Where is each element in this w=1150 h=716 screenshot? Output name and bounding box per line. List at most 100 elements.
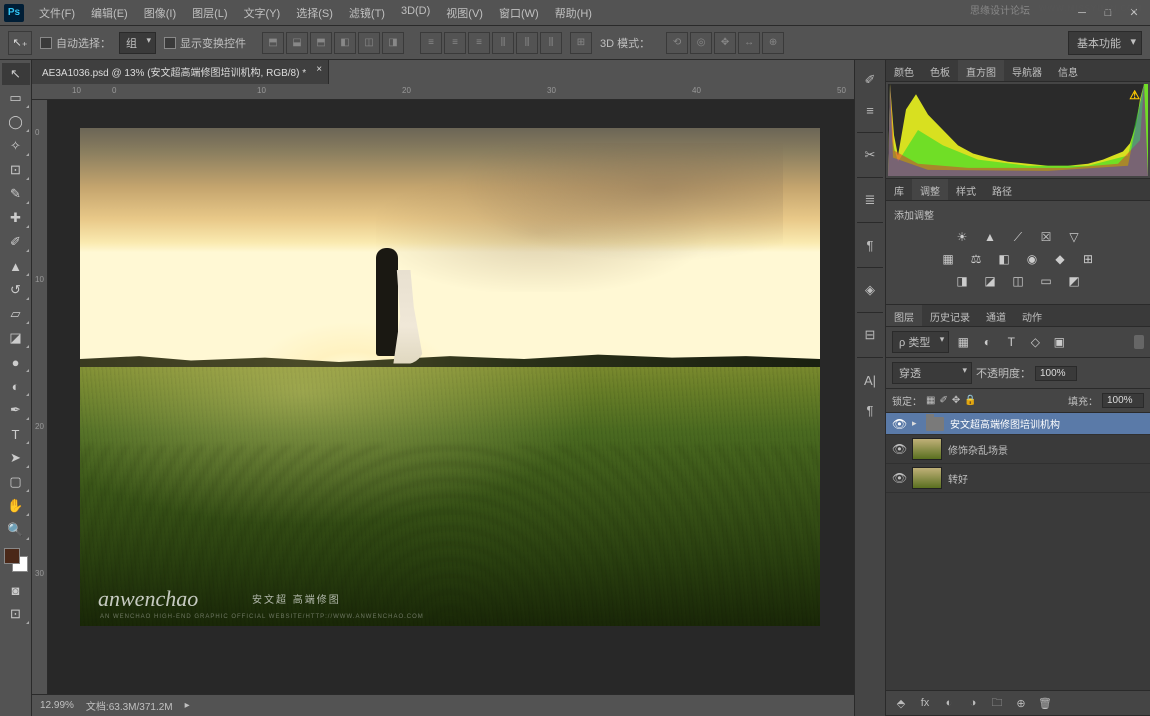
new-fill-icon[interactable]: ◑	[964, 695, 982, 711]
auto-select-checkbox[interactable]	[40, 37, 52, 49]
histogram-warning-icon[interactable]: ⚠	[1129, 88, 1140, 102]
brightness-icon[interactable]: ☀	[952, 228, 972, 246]
menu-type[interactable]: 文字(Y)	[237, 2, 288, 24]
layer-name[interactable]: 修饰杂乱场景	[948, 442, 1008, 457]
status-arrow-icon[interactable]: ▸	[185, 700, 190, 711]
pen-tool[interactable]: ✒	[2, 399, 30, 421]
gradient-map-icon[interactable]: ▭	[1036, 272, 1056, 290]
layer-group-item[interactable]: 👁 ▸ 安文超高端修图培训机构	[886, 413, 1150, 435]
marquee-tool[interactable]: ▭	[2, 87, 30, 109]
distribute-vcenter-icon[interactable]: ≡	[444, 32, 466, 54]
3d-panel-icon[interactable]: ◈	[857, 277, 883, 303]
move-tool[interactable]: ↖	[2, 63, 30, 85]
fill-input[interactable]: 100%	[1102, 393, 1144, 408]
document-tab[interactable]: AE3A1036.psd @ 13% (安文超高端修图培训机构, RGB/8) …	[32, 60, 329, 84]
brush-tool[interactable]: ✐	[2, 231, 30, 253]
tab-color[interactable]: 颜色	[886, 60, 922, 81]
new-group-icon[interactable]: 🗀	[988, 695, 1006, 711]
tab-layers[interactable]: 图层	[886, 305, 922, 326]
tab-styles[interactable]: 样式	[948, 179, 984, 200]
3d-pan-icon[interactable]: ✥	[714, 32, 736, 54]
link-layers-icon[interactable]: ⬘	[892, 695, 910, 711]
opacity-input[interactable]: 100%	[1035, 366, 1077, 381]
curves-icon[interactable]: ⟋	[1008, 228, 1028, 246]
align-hcenter-icon[interactable]: ◫	[358, 32, 380, 54]
menu-edit[interactable]: 编辑(E)	[84, 2, 135, 24]
levels-icon[interactable]: ▲	[980, 228, 1000, 246]
filter-smart-icon[interactable]: ▣	[1049, 333, 1069, 351]
group-dropdown[interactable]: 组	[119, 32, 156, 54]
tab-channels[interactable]: 通道	[978, 305, 1014, 326]
lock-all-icon[interactable]: 🔒	[964, 395, 976, 406]
horizontal-ruler[interactable]: 10 0 10 20 30 40 50	[32, 84, 854, 100]
filter-toggle[interactable]	[1134, 335, 1144, 349]
menu-file[interactable]: 文件(F)	[32, 2, 82, 24]
healing-tool[interactable]: ✚	[2, 207, 30, 229]
visibility-icon[interactable]: 👁	[892, 442, 906, 456]
threshold-icon[interactable]: ◫	[1008, 272, 1028, 290]
align-vcenter-icon[interactable]: ⬓	[286, 32, 308, 54]
tab-histogram[interactable]: 直方图	[958, 60, 1004, 81]
selective-color-icon[interactable]: ◩	[1064, 272, 1084, 290]
doc-size[interactable]: 文档:63.3M/371.2M	[86, 698, 173, 713]
tab-swatches[interactable]: 色板	[922, 60, 958, 81]
filter-adjust-icon[interactable]: ◐	[977, 333, 997, 351]
hue-sat-icon[interactable]: ▦	[938, 250, 958, 268]
align-right-icon[interactable]: ◨	[382, 32, 404, 54]
3d-roll-icon[interactable]: ◎	[690, 32, 712, 54]
canvas-image[interactable]: anwenchao 安文超 高端修图 AN WENCHAO HIGH-END G…	[80, 128, 820, 626]
lock-pixels-icon[interactable]: ✐	[939, 395, 947, 406]
layer-mask-icon[interactable]: ◐	[940, 695, 958, 711]
layer-name[interactable]: 转好	[948, 471, 968, 486]
character-styles-icon[interactable]: A|	[857, 367, 883, 393]
vertical-ruler[interactable]: 0 10 20 30	[32, 100, 48, 694]
layer-name[interactable]: 安文超高端修图培训机构	[950, 416, 1060, 431]
align-left-icon[interactable]: ◧	[334, 32, 356, 54]
vibrance-icon[interactable]: ▽	[1064, 228, 1084, 246]
exposure-icon[interactable]: ☒	[1036, 228, 1056, 246]
distribute-hcenter-icon[interactable]: ⫼	[516, 32, 538, 54]
lock-transparent-icon[interactable]: ▦	[926, 395, 935, 406]
blur-tool[interactable]: ●	[2, 351, 30, 373]
distribute-left-icon[interactable]: ⫼	[492, 32, 514, 54]
invert-icon[interactable]: ◨	[952, 272, 972, 290]
menu-help[interactable]: 帮助(H)	[548, 2, 599, 24]
auto-select-option[interactable]: 自动选择：	[40, 35, 111, 51]
visibility-icon[interactable]: 👁	[892, 471, 906, 485]
new-layer-icon[interactable]: ⊕	[1012, 695, 1030, 711]
photo-filter-icon[interactable]: ◉	[1022, 250, 1042, 268]
layer-item[interactable]: 👁 修饰杂乱场景	[886, 435, 1150, 464]
menu-layer[interactable]: 图层(L)	[185, 2, 234, 24]
hand-tool[interactable]: ✋	[2, 495, 30, 517]
show-transform-checkbox[interactable]	[164, 37, 176, 49]
eyedropper-tool[interactable]: ✎	[2, 183, 30, 205]
quick-mask-tool[interactable]: ◙	[2, 579, 30, 601]
character-icon[interactable]: ¶	[857, 232, 883, 258]
distribute-right-icon[interactable]: ⫼	[540, 32, 562, 54]
tab-library[interactable]: 库	[886, 179, 912, 200]
paragraph-styles-icon[interactable]: ¶	[857, 397, 883, 423]
eraser-tool[interactable]: ▱	[2, 303, 30, 325]
menu-view[interactable]: 视图(V)	[439, 2, 490, 24]
zoom-level[interactable]: 12.99%	[40, 700, 74, 711]
layer-effects-icon[interactable]: fx	[916, 695, 934, 711]
color-lookup-icon[interactable]: ⊞	[1078, 250, 1098, 268]
disclosure-icon[interactable]: ▸	[912, 418, 920, 429]
measurement-icon[interactable]: ⊟	[857, 322, 883, 348]
filter-type-icon[interactable]: T	[1001, 333, 1021, 351]
menu-image[interactable]: 图像(I)	[137, 2, 183, 24]
channel-mixer-icon[interactable]: ◆	[1050, 250, 1070, 268]
color-balance-icon[interactable]: ⚖	[966, 250, 986, 268]
brush-presets-icon[interactable]: ≡	[857, 97, 883, 123]
path-select-tool[interactable]: ➤	[2, 447, 30, 469]
shape-tool[interactable]: ▢	[2, 471, 30, 493]
auto-align-icon[interactable]: ⊞	[570, 32, 592, 54]
menu-select[interactable]: 选择(S)	[289, 2, 340, 24]
canvas-viewport[interactable]: anwenchao 安文超 高端修图 AN WENCHAO HIGH-END G…	[48, 100, 854, 694]
tool-preset-icon[interactable]: ↖₊	[8, 31, 32, 55]
filter-shape-icon[interactable]: ◇	[1025, 333, 1045, 351]
history-brush-tool[interactable]: ↺	[2, 279, 30, 301]
dodge-tool[interactable]: ◐	[2, 375, 30, 397]
bw-icon[interactable]: ◧	[994, 250, 1014, 268]
align-top-icon[interactable]: ⬒	[262, 32, 284, 54]
